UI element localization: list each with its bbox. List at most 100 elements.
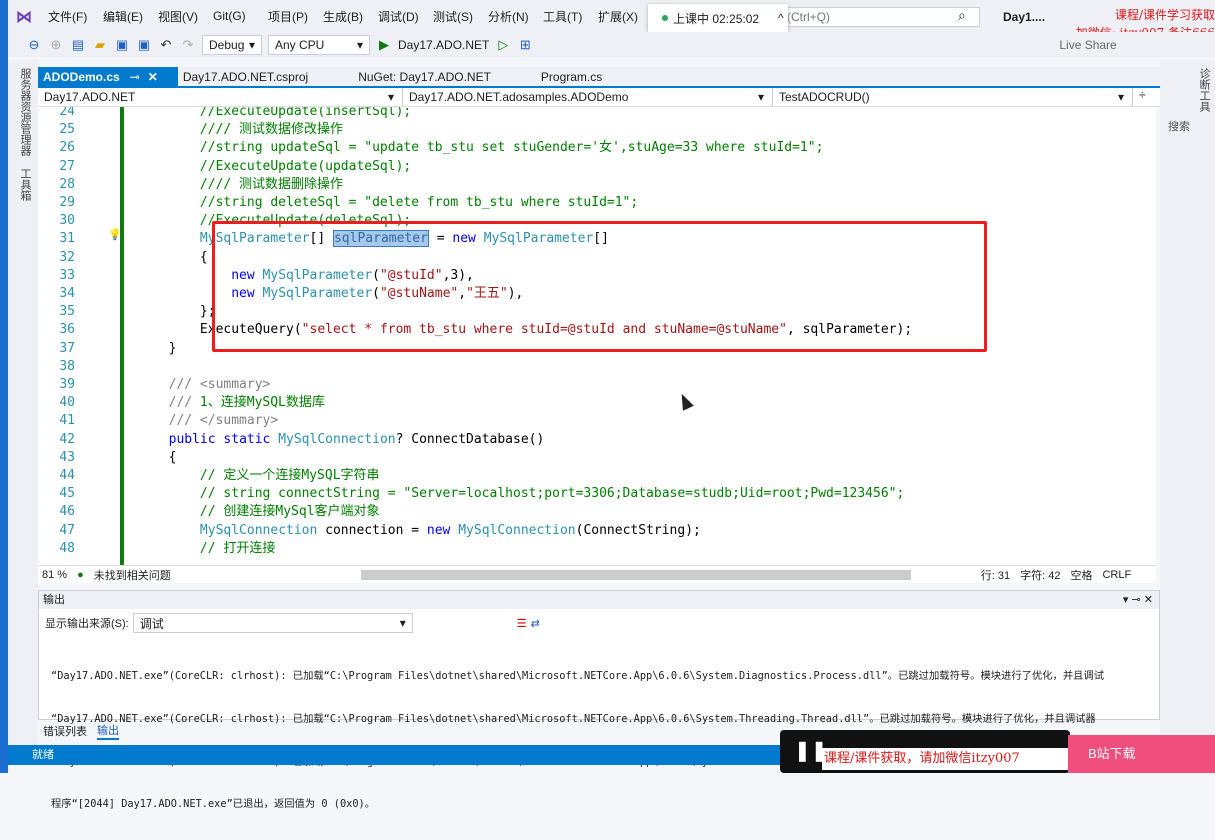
issues-status[interactable]: 未找到相关问题: [94, 567, 171, 583]
clear-all-icon[interactable]: ☰: [517, 617, 527, 630]
menu-edit[interactable]: 编辑(E): [103, 8, 158, 25]
save-all-icon[interactable]: ▣: [136, 37, 152, 53]
code-token: // 打开连接: [106, 540, 276, 556]
document-tabs: ADODemo.cs ⊸ ✕ Day17.ADO.NET.csproj NuGet:…: [38, 67, 1160, 88]
chevron-down-icon: ▾: [387, 90, 394, 104]
redo-icon[interactable]: ↷: [180, 37, 196, 53]
line-number: 36: [59, 322, 75, 338]
code-token: };: [106, 304, 216, 320]
new-project-icon[interactable]: ▤: [70, 37, 86, 53]
code-token: (ConnectString);: [575, 522, 701, 538]
chevron-down-icon: ▾: [1117, 90, 1124, 104]
run-target-button[interactable]: Day17.ADO.NET: [398, 38, 489, 52]
tab-error-list[interactable]: 错误列表: [43, 723, 87, 739]
toolbar-more-icons[interactable]: ⊞: [517, 37, 533, 53]
class-dropdown[interactable]: Day17.ADO.NET.adosamples.ADODemo ▾: [403, 88, 773, 106]
code-token: //ExecuteUpdate(updateSql);: [106, 158, 412, 174]
output-line: “Day17.ADO.NET.exe”(CoreCLR: clrhost): 已…: [51, 670, 1105, 683]
project-dropdown[interactable]: Day17.ADO.NET ▾: [38, 88, 403, 106]
indent-mode[interactable]: 空格: [1070, 567, 1092, 583]
output-source-dropdown[interactable]: 调试 ▾: [132, 613, 413, 633]
platform-dropdown[interactable]: Any CPU ▾: [268, 34, 370, 55]
status-text: 就绪: [32, 749, 54, 761]
code-token: //// 测试数据修改操作: [106, 122, 344, 138]
horizontal-scrollbar[interactable]: [360, 569, 911, 580]
word-wrap-icon[interactable]: ⇄: [531, 617, 540, 630]
line-number: 25: [59, 122, 75, 138]
column-number: 字符: 42: [1020, 569, 1061, 582]
code-line: 26 //string updateSql = "update tb_stu s…: [38, 139, 912, 157]
search-icon[interactable]: ⌕: [958, 7, 966, 24]
configuration-value: Debug: [209, 37, 245, 52]
forward-icon[interactable]: ⊕: [48, 37, 64, 53]
search-input[interactable]: (Ctrl+Q): [780, 7, 980, 27]
tab-csproj[interactable]: Day17.ADO.NET.csproj: [178, 67, 328, 86]
line-number: 30: [59, 213, 75, 229]
code-token: /// </summary>: [106, 413, 279, 429]
menu-test[interactable]: 测试(S): [433, 8, 488, 25]
split-icon[interactable]: ÷: [1133, 88, 1146, 106]
menu-build[interactable]: 生成(B): [323, 8, 378, 25]
close-icon[interactable]: ✕: [148, 70, 158, 84]
visual-studio-logo-icon: ⋈: [16, 9, 32, 26]
lightbulb-icon[interactable]: 💡: [108, 228, 122, 241]
chevron-up-icon[interactable]: ^: [778, 11, 784, 25]
project-value: Day17.ADO.NET: [44, 90, 136, 104]
pin-icon[interactable]: ⊸: [130, 70, 140, 84]
menu-tools[interactable]: 工具(T): [543, 8, 598, 25]
search-label[interactable]: 搜索: [1168, 118, 1190, 134]
tab-program-cs[interactable]: Program.cs: [511, 67, 622, 86]
member-value: TestADOCRUD(): [779, 90, 870, 104]
code-token: ? ConnectDatabase(): [395, 431, 545, 447]
line-number: 34: [59, 286, 75, 302]
menu-file[interactable]: 文件(F): [48, 8, 103, 25]
output-title: 输出: [43, 594, 65, 606]
tab-label: ADODemo.cs: [43, 70, 120, 84]
menu-git[interactable]: Git(G): [213, 9, 268, 23]
output-header: 输出 ▾ ⊸ ✕: [39, 591, 1159, 609]
code-line: 29 //string deleteSql = "delete from tb_…: [38, 194, 912, 212]
menu-extensions[interactable]: 扩展(X): [598, 8, 653, 25]
back-icon[interactable]: ⊖: [26, 37, 42, 53]
line-number: 38: [59, 358, 75, 374]
save-icon[interactable]: ▣: [114, 37, 130, 53]
code-line: 42 public static MySqlConnection? Connec…: [38, 431, 912, 449]
start-without-debug-icon[interactable]: ▷: [495, 37, 511, 53]
chevron-down-icon: ▾: [399, 616, 406, 630]
line-number: 29: [59, 195, 75, 211]
output-line: 程序“[2044] Day17.ADO.NET.exe”已退出，返回值为 0 (…: [51, 798, 376, 811]
start-debug-icon[interactable]: ▶: [376, 37, 392, 53]
toolbox-tab[interactable]: 工具箱: [17, 168, 33, 201]
line-ending[interactable]: CRLF: [1102, 569, 1131, 581]
code-token: //// 测试数据删除操作: [106, 176, 344, 192]
diagnostic-tools-tab[interactable]: 诊断工具: [1196, 68, 1212, 112]
chevron-down-icon: ▾: [757, 90, 764, 104]
watermark-line-1: 课程/课件学习获取: [1114, 8, 1215, 22]
line-number: 33: [59, 267, 75, 283]
code-token: 1、连接MySQL数据库: [192, 395, 325, 411]
line-number: 47: [59, 522, 75, 538]
undo-icon[interactable]: ↶: [158, 37, 174, 53]
zoom-level[interactable]: 81 %: [42, 569, 67, 581]
menu-analyze[interactable]: 分析(N): [488, 8, 543, 25]
menu-debug[interactable]: 调试(D): [378, 8, 433, 25]
member-dropdown[interactable]: TestADOCRUD() ▾: [773, 88, 1133, 106]
open-icon[interactable]: ▰: [92, 37, 108, 53]
code-token: {: [106, 249, 208, 265]
live-share-button[interactable]: Live Share: [1059, 38, 1116, 52]
class-status-text: 上课中 02:25:02: [673, 11, 760, 26]
output-source-value: 调试: [139, 616, 164, 631]
tab-nuget[interactable]: NuGet: Day17.ADO.NET: [328, 67, 511, 86]
line-number: 43: [59, 449, 75, 465]
menu-project[interactable]: 项目(P): [268, 8, 323, 25]
tab-adodemo-cs[interactable]: ADODemo.cs ⊸ ✕: [38, 67, 178, 86]
code-line: 40 /// 1、连接MySQL数据库: [38, 394, 912, 412]
menu-view[interactable]: 视图(V): [158, 8, 213, 25]
panel-controls-icon[interactable]: ▾ ⊸ ✕: [1123, 591, 1159, 609]
configuration-dropdown[interactable]: Debug ▾: [202, 34, 262, 55]
tab-output[interactable]: 输出: [97, 722, 119, 740]
server-explorer-tab[interactable]: 服务器资源管理器: [17, 68, 33, 156]
download-button[interactable]: B站下载: [1068, 735, 1215, 773]
line-number: 35: [59, 304, 75, 320]
